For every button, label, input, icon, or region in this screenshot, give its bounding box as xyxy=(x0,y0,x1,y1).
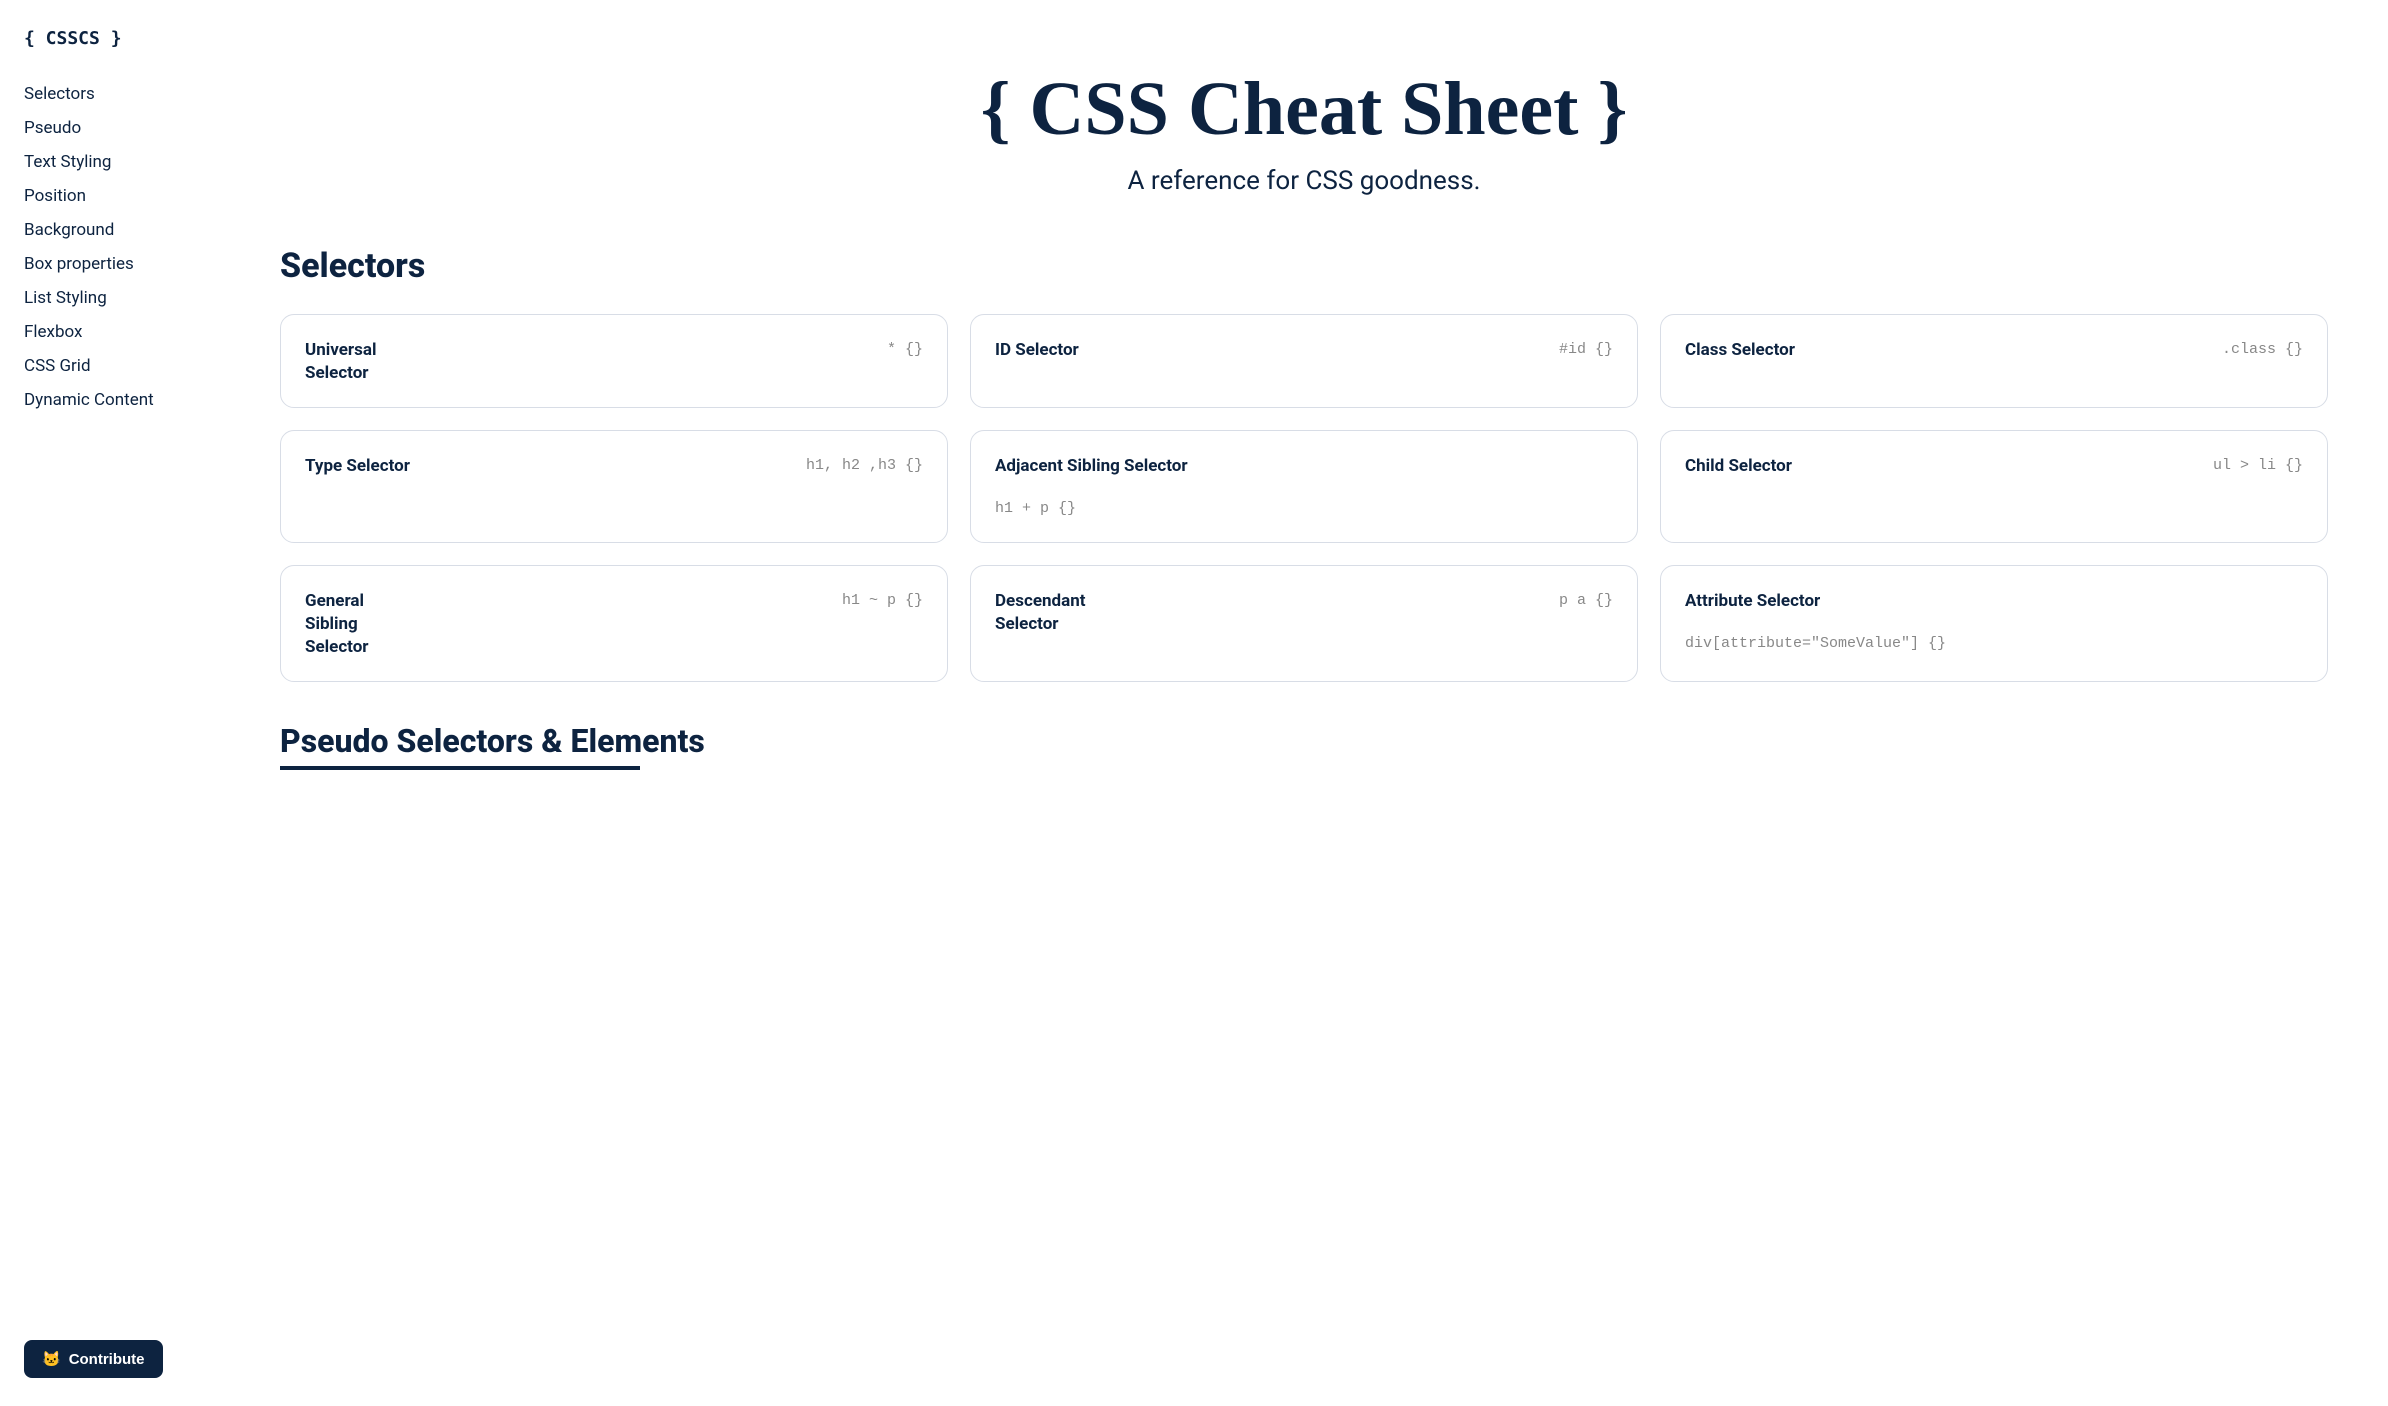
sidebar-item-background[interactable]: Background xyxy=(24,213,196,247)
selectors-section-title: Selectors xyxy=(280,246,2328,286)
sidebar-item-selectors[interactable]: Selectors xyxy=(24,77,196,111)
sidebar-nav: SelectorsPseudoText StylingPositionBackg… xyxy=(24,77,196,417)
card-code: ul > li {} xyxy=(2213,455,2303,478)
card-code: #id {} xyxy=(1559,339,1613,362)
sidebar-item-position[interactable]: Position xyxy=(24,179,196,213)
sidebar-item-text-styling[interactable]: Text Styling xyxy=(24,145,196,179)
card-code: h1, h2 ,h3 {} xyxy=(806,455,923,478)
contribute-icon: 🐱 xyxy=(42,1350,61,1368)
sidebar-logo[interactable]: { CSSCS } xyxy=(24,28,196,49)
main-content: { CSS Cheat Sheet } A reference for CSS … xyxy=(220,0,2388,1406)
sidebar: { CSSCS } SelectorsPseudoText StylingPos… xyxy=(0,0,220,1406)
card-name: DescendantSelector xyxy=(995,590,1085,636)
card-name: Child Selector xyxy=(1685,455,1792,478)
contribute-label: Contribute xyxy=(69,1351,145,1368)
card-type-selector: Type Selector h1, h2 ,h3 {} xyxy=(280,430,948,543)
card-name: ID Selector xyxy=(995,339,1079,362)
card-name: Class Selector xyxy=(1685,339,1795,362)
card-universal-selector: UniversalSelector * {} xyxy=(280,314,948,408)
card-code: * {} xyxy=(887,339,923,362)
card-id-selector: ID Selector #id {} xyxy=(970,314,1638,408)
sidebar-item-list-styling[interactable]: List Styling xyxy=(24,281,196,315)
card-code: div[attribute="SomeValue"] {} xyxy=(1685,633,1946,656)
sidebar-item-css-grid[interactable]: CSS Grid xyxy=(24,349,196,383)
card-name: UniversalSelector xyxy=(305,339,385,385)
card-code: .class {} xyxy=(2222,339,2303,362)
selectors-row-1: UniversalSelector * {} ID Selector #id {… xyxy=(280,314,2328,408)
card-name: GeneralSiblingSelector xyxy=(305,590,385,659)
card-descendant-selector: DescendantSelector p a {} xyxy=(970,565,1638,682)
card-code: h1 ~ p {} xyxy=(842,590,923,613)
card-name: Adjacent Sibling Selector xyxy=(995,455,1188,478)
selectors-row-2: Type Selector h1, h2 ,h3 {} Adjacent Sib… xyxy=(280,430,2328,543)
sidebar-item-dynamic-content[interactable]: Dynamic Content xyxy=(24,383,196,417)
selectors-row-3: GeneralSiblingSelector h1 ~ p {} Descend… xyxy=(280,565,2328,682)
hero-section: { CSS Cheat Sheet } A reference for CSS … xyxy=(280,40,2328,246)
hero-subtitle: A reference for CSS goodness. xyxy=(280,166,2328,196)
card-code: h1 + p {} xyxy=(995,498,1076,521)
card-attribute-selector: Attribute Selector div[attribute="SomeVa… xyxy=(1660,565,2328,682)
sidebar-item-flexbox[interactable]: Flexbox xyxy=(24,315,196,349)
card-child-selector: Child Selector ul > li {} xyxy=(1660,430,2328,543)
card-code: p a {} xyxy=(1559,590,1613,613)
selectors-section: Selectors UniversalSelector * {} ID Sele… xyxy=(280,246,2328,682)
pseudo-section-title: Pseudo Selectors & Elements xyxy=(280,722,2328,770)
card-name: Type Selector xyxy=(305,455,410,478)
card-general-sibling-selector: GeneralSiblingSelector h1 ~ p {} xyxy=(280,565,948,682)
card-class-selector: Class Selector .class {} xyxy=(1660,314,2328,408)
sidebar-item-box-properties[interactable]: Box properties xyxy=(24,247,196,281)
card-adjacent-sibling-selector: Adjacent Sibling Selector h1 + p {} xyxy=(970,430,1638,543)
sidebar-item-pseudo[interactable]: Pseudo xyxy=(24,111,196,145)
contribute-button[interactable]: 🐱 Contribute xyxy=(24,1340,163,1378)
hero-title: { CSS Cheat Sheet } xyxy=(280,70,2328,150)
card-name: Attribute Selector xyxy=(1685,590,1820,613)
